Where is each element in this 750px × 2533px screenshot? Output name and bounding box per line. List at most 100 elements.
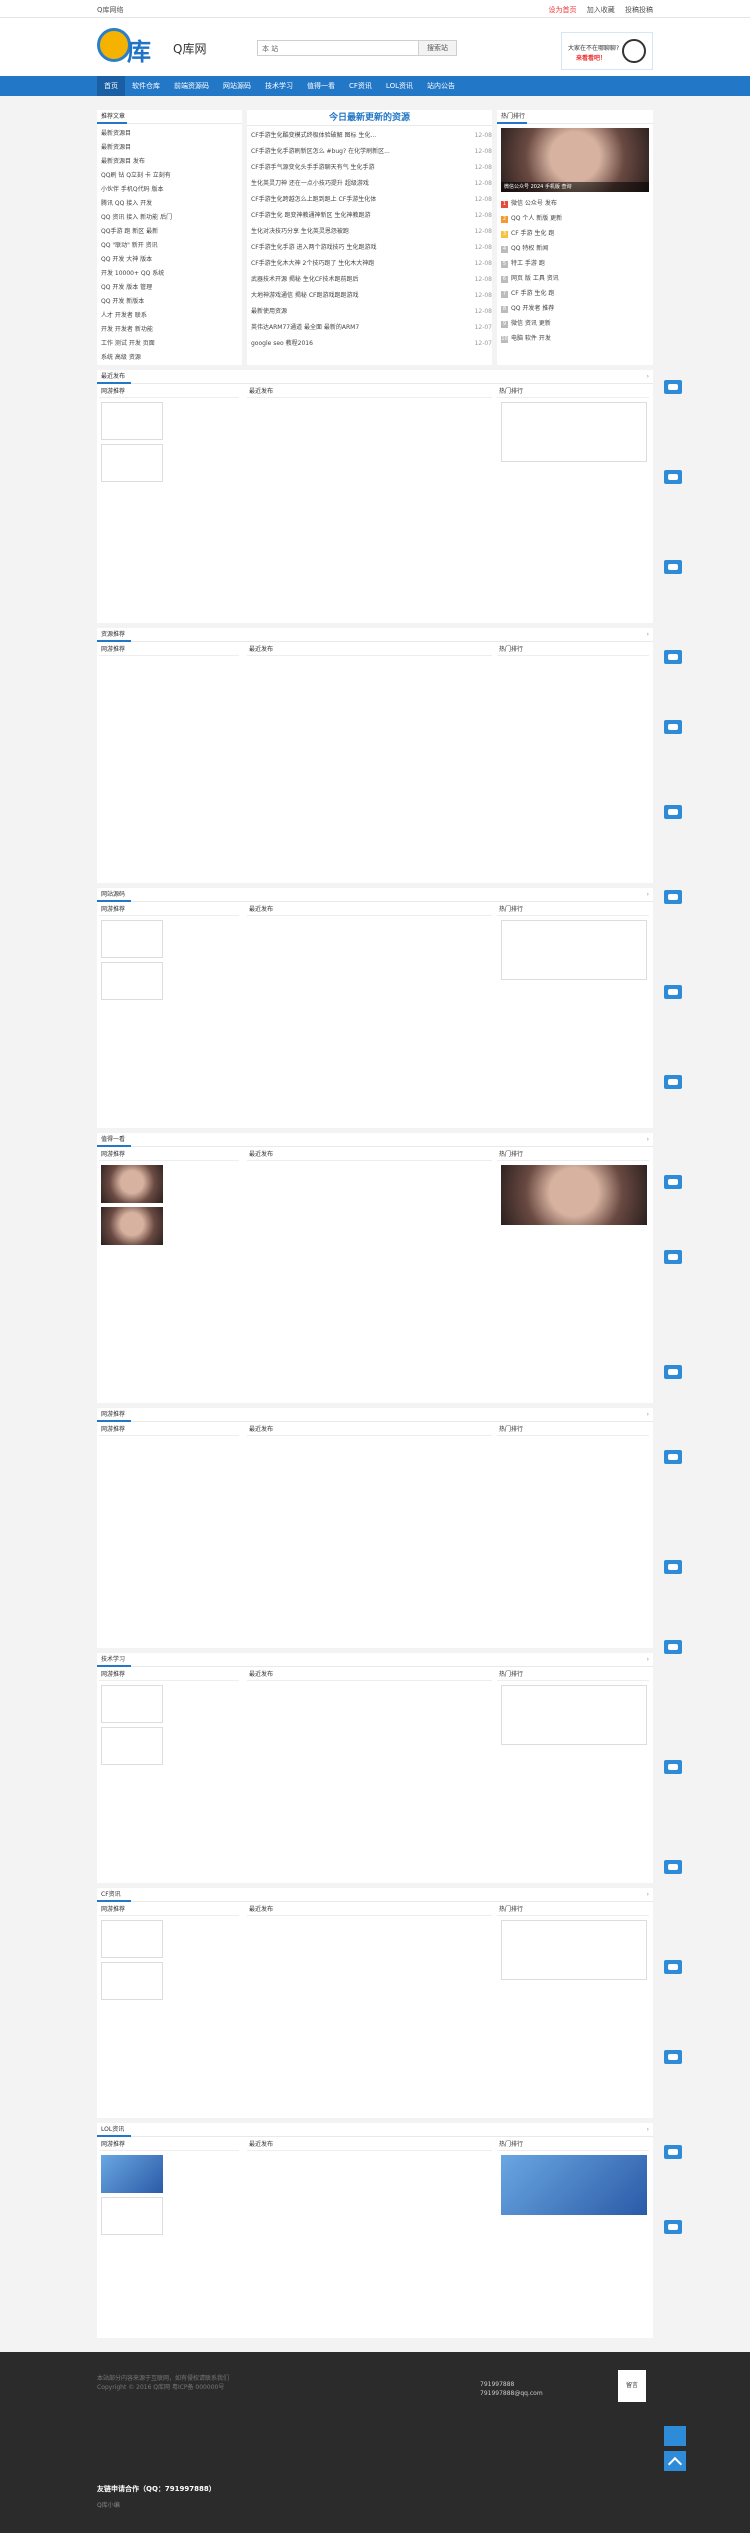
latest-item[interactable]: 武器技术开源 揭秘 生化CF技术跑前跑后 12-08 bbox=[247, 274, 492, 285]
back-to-top-icon[interactable] bbox=[664, 2451, 686, 2471]
recommend-item[interactable]: QQ 资讯 接入 新功能 后门 bbox=[97, 212, 242, 223]
latest-item[interactable]: 生化对决技巧分享 生化英灵恩怨被跑 12-08 bbox=[247, 226, 492, 237]
chat-float-icon[interactable] bbox=[664, 985, 682, 999]
thumb-image[interactable] bbox=[101, 1207, 163, 1245]
message-float-icon[interactable] bbox=[664, 2426, 686, 2446]
hot-item[interactable]: 1 微信 公众号 发布 bbox=[497, 198, 653, 209]
chat-float-icon[interactable] bbox=[664, 1640, 682, 1654]
message-button[interactable]: 留言 bbox=[618, 2370, 646, 2402]
rank-badge: 9 bbox=[501, 321, 508, 328]
hot-item[interactable]: 4 QQ 特权 新闻 bbox=[497, 243, 653, 254]
latest-item[interactable]: 大地神游戏通信 揭秘 CF跑游戏跑跑游戏 12-08 bbox=[247, 290, 492, 301]
hot-item[interactable]: 7 CF 手游 生化 跑 bbox=[497, 288, 653, 299]
latest-item[interactable]: CF手游生化酷变模式终极体验破解 图标 生化... 12-08 bbox=[247, 130, 492, 141]
chat-float-icon[interactable] bbox=[664, 2220, 682, 2234]
recommend-item[interactable]: 最新资源目 bbox=[97, 128, 242, 139]
chat-float-icon[interactable] bbox=[664, 560, 682, 574]
latest-item[interactable]: CF手游生化跨越怎么上跑到跑上 CF手游生化体 12-08 bbox=[247, 194, 492, 205]
thumb-image[interactable] bbox=[101, 402, 163, 440]
more-link[interactable]: › bbox=[647, 628, 649, 642]
thumb-image[interactable] bbox=[101, 1165, 163, 1203]
more-link[interactable]: › bbox=[647, 370, 649, 384]
thumb-image[interactable] bbox=[101, 2197, 163, 2235]
thumb-image[interactable] bbox=[101, 444, 163, 482]
chat-float-icon[interactable] bbox=[664, 1075, 682, 1089]
hot-thumb-image[interactable] bbox=[501, 1685, 647, 1745]
hot-thumb-image[interactable] bbox=[501, 1165, 647, 1225]
thumb-image[interactable] bbox=[101, 1727, 163, 1765]
latest-item[interactable]: CF手游手气源变化头手手游聊天有气 生化手游 12-08 bbox=[247, 162, 492, 173]
hot-item[interactable]: 2 QQ 个人 新版 更新 bbox=[497, 213, 653, 224]
hot-image[interactable]: 微信公众号 2024 手机版 查询 bbox=[501, 128, 649, 192]
hot-item[interactable]: 6 网页 版 工具 资讯 bbox=[497, 273, 653, 284]
chat-float-icon[interactable] bbox=[664, 2145, 682, 2159]
chat-float-icon[interactable] bbox=[664, 1960, 682, 1974]
chat-float-icon[interactable] bbox=[664, 1450, 682, 1464]
hot-item[interactable]: 5 特工 手游 跑 bbox=[497, 258, 653, 269]
more-link[interactable]: › bbox=[647, 888, 649, 902]
chat-float-icon[interactable] bbox=[664, 1175, 682, 1189]
hot-thumb-image[interactable] bbox=[501, 2155, 647, 2215]
latest-item[interactable]: 生化英灵刀神 还在一点小技巧提升 超级游戏 12-08 bbox=[247, 178, 492, 189]
thumb-image[interactable] bbox=[101, 1920, 163, 1958]
more-link[interactable]: › bbox=[647, 1408, 649, 1422]
recommend-item[interactable]: 最新资源目 bbox=[97, 142, 242, 153]
recommend-item[interactable]: QQ 开发 大神 版本 bbox=[97, 254, 242, 265]
footer-qq[interactable]: 791997888 bbox=[480, 2380, 543, 2389]
thumb-image[interactable] bbox=[101, 962, 163, 1000]
chat-float-icon[interactable] bbox=[664, 1760, 682, 1774]
hot-item[interactable]: 9 微信 资讯 更新 bbox=[497, 318, 653, 329]
more-link[interactable]: › bbox=[647, 2123, 649, 2137]
thumb-image[interactable] bbox=[101, 920, 163, 958]
chat-float-icon[interactable] bbox=[664, 1250, 682, 1264]
chat-float-icon[interactable] bbox=[664, 1860, 682, 1874]
recommend-item[interactable]: 小伙伴 手机Q代码 版本 bbox=[97, 184, 242, 195]
chat-float-icon[interactable] bbox=[664, 1560, 682, 1574]
recommend-item[interactable]: QQ刷 钻 Q立刻 卡 立刻有 bbox=[97, 170, 242, 181]
latest-item-title: 最新使用资源 bbox=[251, 308, 288, 315]
hot-thumb-image[interactable] bbox=[501, 1920, 647, 1980]
recommend-item[interactable]: 开发 10000+ QQ 系统 bbox=[97, 268, 242, 279]
chat-float-icon[interactable] bbox=[664, 380, 682, 394]
footer-mail[interactable]: 791997888@qq.com bbox=[480, 2389, 543, 2398]
hot-item[interactable]: 3 CF 手游 生化 跑 bbox=[497, 228, 653, 239]
hot-item[interactable]: 8 QQ 开发者 推荐 bbox=[497, 303, 653, 314]
latest-item[interactable]: google seo 教程2016 12-07 bbox=[247, 338, 492, 349]
recommend-item[interactable]: 开发 开发者 新功能 bbox=[97, 324, 242, 335]
chat-float-icon[interactable] bbox=[664, 2050, 682, 2064]
recommend-item[interactable]: QQ "联动" 新开 资讯 bbox=[97, 240, 242, 251]
thumb-image[interactable] bbox=[101, 1962, 163, 2000]
more-link[interactable]: › bbox=[647, 1653, 649, 1667]
latest-item[interactable]: CF手游生化手游 进入两个游戏技巧 生化跑游戏 12-08 bbox=[247, 242, 492, 253]
hot-thumb-image[interactable] bbox=[501, 402, 647, 462]
chat-float-icon[interactable] bbox=[664, 805, 682, 819]
latest-item[interactable]: CF手游生化手游刷新区怎么 #bug? 在化学刷新区... 12-08 bbox=[247, 146, 492, 157]
chat-float-icon[interactable] bbox=[664, 890, 682, 904]
recommend-item[interactable]: 最新资源目 发布 bbox=[97, 156, 242, 167]
recommend-item[interactable]: QQ 开发 新版本 bbox=[97, 296, 242, 307]
recommend-item[interactable]: 人才 开发者 联系 bbox=[97, 310, 242, 321]
section-title: 网站源码 bbox=[101, 891, 126, 898]
more-link[interactable]: › bbox=[647, 1888, 649, 1902]
latest-item[interactable]: CF手游生化木大神 2个技巧跑了 生化木大神跑 12-08 bbox=[247, 258, 492, 269]
chat-float-icon[interactable] bbox=[664, 720, 682, 734]
chat-float-icon[interactable] bbox=[664, 470, 682, 484]
recommend-item[interactable]: QQ手游 跑 新区 最新 bbox=[97, 226, 242, 237]
column-head: 网游推荐 bbox=[99, 1149, 239, 1161]
latest-item[interactable]: 最新使用资源 12-08 bbox=[247, 306, 492, 317]
recommend-item[interactable]: 工作 测试 开发 页面 bbox=[97, 338, 242, 349]
latest-item[interactable]: 英伟达ARM77通道 最全面 最新的ARM7 12-07 bbox=[247, 322, 492, 333]
recommend-item-title: QQ "联动" 新开 资讯 bbox=[101, 242, 158, 249]
hot-thumb-image[interactable] bbox=[501, 920, 647, 980]
thumb-image[interactable] bbox=[101, 1685, 163, 1723]
recommend-item[interactable]: 系统 高级 资源 bbox=[97, 352, 242, 363]
chat-float-icon[interactable] bbox=[664, 1365, 682, 1379]
hot-item[interactable]: 10 电脑 软件 开发 bbox=[497, 333, 653, 344]
chat-float-icon[interactable] bbox=[664, 650, 682, 664]
recommend-item[interactable]: 腾讯 QQ 接入 开发 bbox=[97, 198, 242, 209]
more-link[interactable]: › bbox=[647, 1133, 649, 1147]
latest-item-date: 12-08 bbox=[472, 306, 492, 317]
recommend-item[interactable]: QQ 开发 版本 管理 bbox=[97, 282, 242, 293]
thumb-image[interactable] bbox=[101, 2155, 163, 2193]
latest-item[interactable]: CF手游生化 跑变神教通神新区 生化神教跑游 12-08 bbox=[247, 210, 492, 221]
